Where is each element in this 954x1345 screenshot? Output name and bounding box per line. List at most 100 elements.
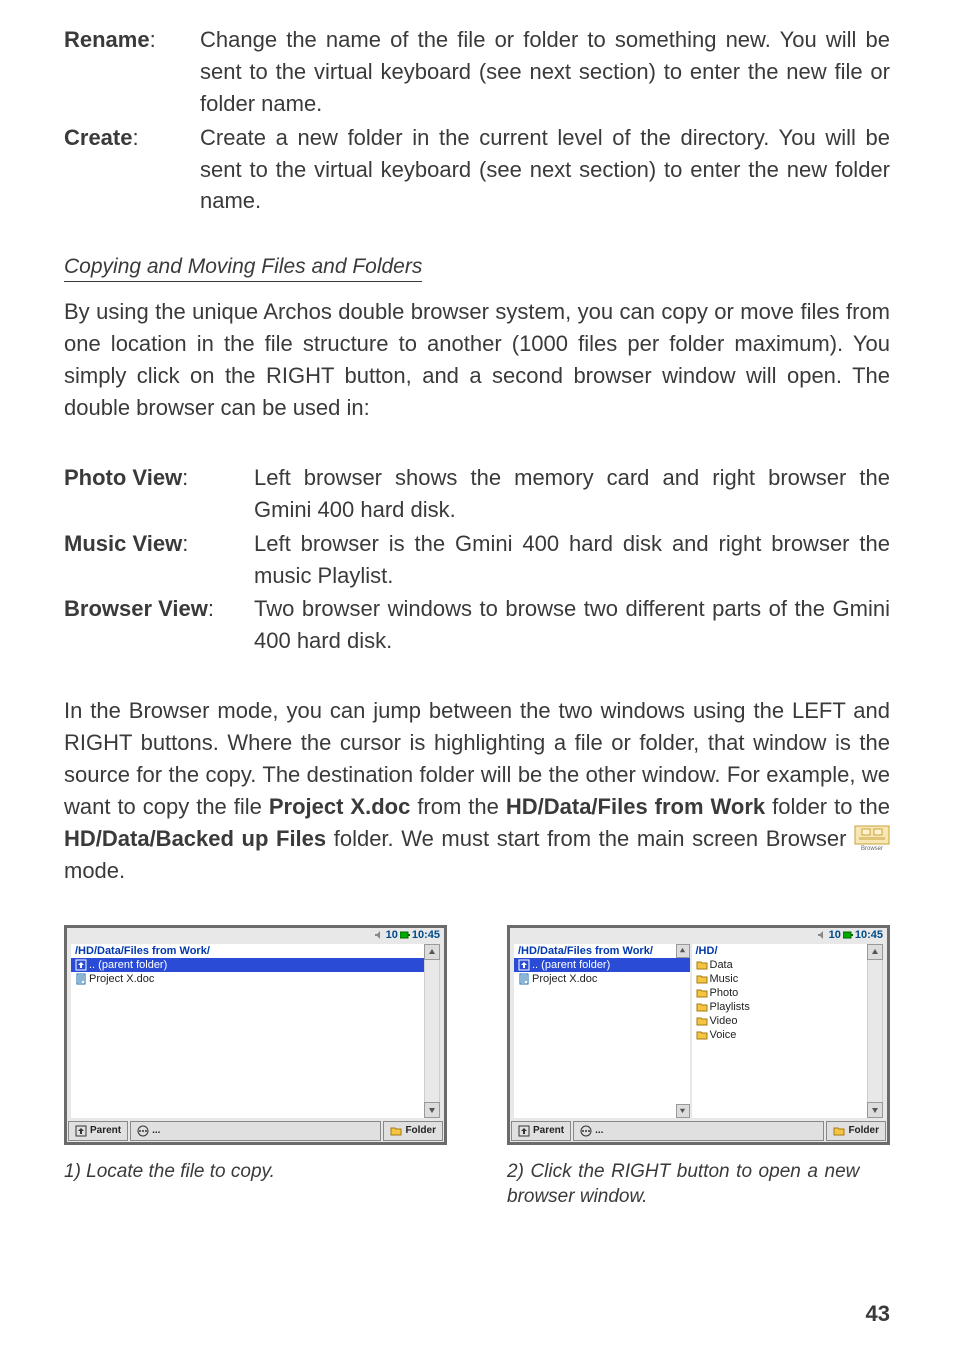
scroll-down-button[interactable] bbox=[424, 1102, 440, 1118]
screenshot-2: 10 10:45 /HD/Data/Files from Work/ bbox=[507, 925, 890, 1145]
left-pane: /HD/Data/Files from Work/ .. (parent fol… bbox=[514, 944, 690, 1118]
example-file: Project X.doc bbox=[269, 794, 410, 819]
button-label: Parent bbox=[90, 1125, 121, 1136]
section-subhead: Copying and Moving Files and Folders bbox=[64, 255, 422, 282]
file-list: Data Music Photo Playlists Video Voice bbox=[692, 958, 868, 1042]
screenshots-row: 10 10:45 /HD/Data/Files from Work/ .. (p… bbox=[64, 925, 890, 1210]
view-body: Left browser shows the memory card and r… bbox=[254, 462, 890, 526]
path-label: /HD/ bbox=[696, 945, 718, 957]
list-item-label: Playlists bbox=[710, 1001, 750, 1013]
view-body: Two browser windows to browse two differ… bbox=[254, 593, 890, 657]
definition-list: Rename: Change the name of the file or f… bbox=[64, 24, 890, 217]
list-item-label: Video bbox=[710, 1015, 738, 1027]
button-label: Parent bbox=[533, 1125, 564, 1136]
list-item-label: Photo bbox=[710, 987, 739, 999]
paragraph-example: In the Browser mode, you can jump betwee… bbox=[64, 695, 890, 886]
status-bar: 10 10:45 bbox=[374, 928, 440, 942]
list-item[interactable]: Playlists bbox=[692, 1000, 868, 1014]
clock: 10:45 bbox=[412, 929, 440, 941]
status-bar: 10 10:45 bbox=[817, 928, 883, 942]
example-src: HD/Data/Files from Work bbox=[506, 794, 765, 819]
folder-icon bbox=[696, 1029, 708, 1041]
button-label: Folder bbox=[405, 1125, 436, 1136]
list-item-label: Project X.doc bbox=[532, 973, 597, 985]
list-item-file[interactable]: Project X.doc bbox=[514, 972, 690, 986]
svg-text:Browser: Browser bbox=[861, 846, 883, 851]
list-item-label: .. (parent folder) bbox=[89, 959, 167, 971]
more-button[interactable]: ... bbox=[130, 1121, 381, 1141]
view-term: Browser View bbox=[64, 596, 208, 621]
battery-level: 10 bbox=[386, 929, 398, 941]
doc-icon bbox=[75, 973, 87, 985]
file-list: .. (parent folder) Project X.doc bbox=[514, 958, 690, 986]
up-folder-icon bbox=[518, 959, 530, 971]
battery-icon bbox=[400, 930, 410, 940]
button-label: Folder bbox=[848, 1125, 879, 1136]
scroll-up-button[interactable] bbox=[867, 944, 883, 960]
up-folder-icon bbox=[75, 1125, 87, 1137]
view-photo: Photo View: Left browser shows the memor… bbox=[64, 462, 890, 526]
more-icon bbox=[580, 1125, 592, 1137]
list-item-label: .. (parent folder) bbox=[532, 959, 610, 971]
view-music: Music View: Left browser is the Gmini 40… bbox=[64, 528, 890, 592]
list-item-parent[interactable]: .. (parent folder) bbox=[71, 958, 424, 972]
up-folder-icon bbox=[518, 1125, 530, 1137]
button-label: ... bbox=[152, 1125, 160, 1136]
term-body: Create a new folder in the current level… bbox=[200, 122, 890, 218]
up-folder-icon bbox=[75, 959, 87, 971]
definition-create: Create: Create a new folder in the curre… bbox=[64, 122, 890, 218]
screenshot-1-caption: 1) Locate the file to copy. bbox=[64, 1159, 447, 1185]
folder-icon bbox=[696, 1015, 708, 1027]
folder-button[interactable]: Folder bbox=[826, 1121, 886, 1141]
parent-button[interactable]: Parent bbox=[68, 1121, 128, 1141]
battery-level: 10 bbox=[829, 929, 841, 941]
list-item-label: Voice bbox=[710, 1029, 737, 1041]
term-body: Change the name of the file or folder to… bbox=[200, 24, 890, 120]
bottom-bar: Parent ... Folder bbox=[67, 1120, 444, 1142]
clock: 10:45 bbox=[855, 929, 883, 941]
file-list: .. (parent folder) Project X.doc bbox=[71, 958, 424, 986]
button-label: ... bbox=[595, 1125, 603, 1136]
folder-icon bbox=[696, 1001, 708, 1013]
list-item[interactable]: Video bbox=[692, 1014, 868, 1028]
folder-button[interactable]: Folder bbox=[383, 1121, 443, 1141]
text: mode. bbox=[64, 858, 125, 883]
scroll-down-button[interactable] bbox=[867, 1102, 883, 1118]
speaker-icon bbox=[374, 930, 384, 940]
screenshot-1: 10 10:45 /HD/Data/Files from Work/ .. (p… bbox=[64, 925, 447, 1145]
parent-button[interactable]: Parent bbox=[511, 1121, 571, 1141]
folder-icon bbox=[390, 1125, 402, 1137]
text: folder. We must start from the main scre… bbox=[326, 826, 854, 851]
folder-icon bbox=[833, 1125, 845, 1137]
folder-icon bbox=[696, 973, 708, 985]
scrollbar[interactable] bbox=[424, 960, 440, 1102]
list-item[interactable]: Music bbox=[692, 972, 868, 986]
list-item-parent[interactable]: .. (parent folder) bbox=[514, 958, 690, 972]
view-browser: Browser View: Two browser windows to bro… bbox=[64, 593, 890, 657]
list-item[interactable]: Voice bbox=[692, 1028, 868, 1042]
example-dst: HD/Data/Backed up Files bbox=[64, 826, 326, 851]
scroll-up-button[interactable] bbox=[424, 944, 440, 960]
term-label: Create bbox=[64, 125, 132, 150]
view-term: Photo View bbox=[64, 465, 182, 490]
list-item-label: Music bbox=[710, 973, 739, 985]
path-label: /HD/Data/Files from Work/ bbox=[71, 944, 424, 958]
path-label: /HD/Data/Files from Work/ bbox=[514, 944, 690, 958]
list-item[interactable]: Photo bbox=[692, 986, 868, 1000]
view-body: Left browser is the Gmini 400 hard disk … bbox=[254, 528, 890, 592]
screenshot-2-caption: 2) Click the RIGHT button to open a new … bbox=[507, 1159, 859, 1210]
scrollbar[interactable] bbox=[867, 960, 883, 1102]
folder-icon bbox=[696, 987, 708, 999]
more-button[interactable]: ... bbox=[573, 1121, 824, 1141]
view-list: Photo View: Left browser shows the memor… bbox=[64, 462, 890, 657]
list-item[interactable]: Data bbox=[692, 958, 868, 972]
bottom-bar: Parent ... Folder bbox=[510, 1120, 887, 1142]
scroll-down-button[interactable] bbox=[676, 1104, 690, 1118]
definition-rename: Rename: Change the name of the file or f… bbox=[64, 24, 890, 120]
view-term: Music View bbox=[64, 531, 182, 556]
scroll-up-button[interactable] bbox=[676, 944, 690, 958]
text: folder to the bbox=[765, 794, 890, 819]
list-item-file[interactable]: Project X.doc bbox=[71, 972, 424, 986]
paragraph-intro: By using the unique Archos double browse… bbox=[64, 296, 890, 424]
right-pane: /HD/ Data Music Photo Playlists Video Vo… bbox=[692, 944, 868, 1118]
